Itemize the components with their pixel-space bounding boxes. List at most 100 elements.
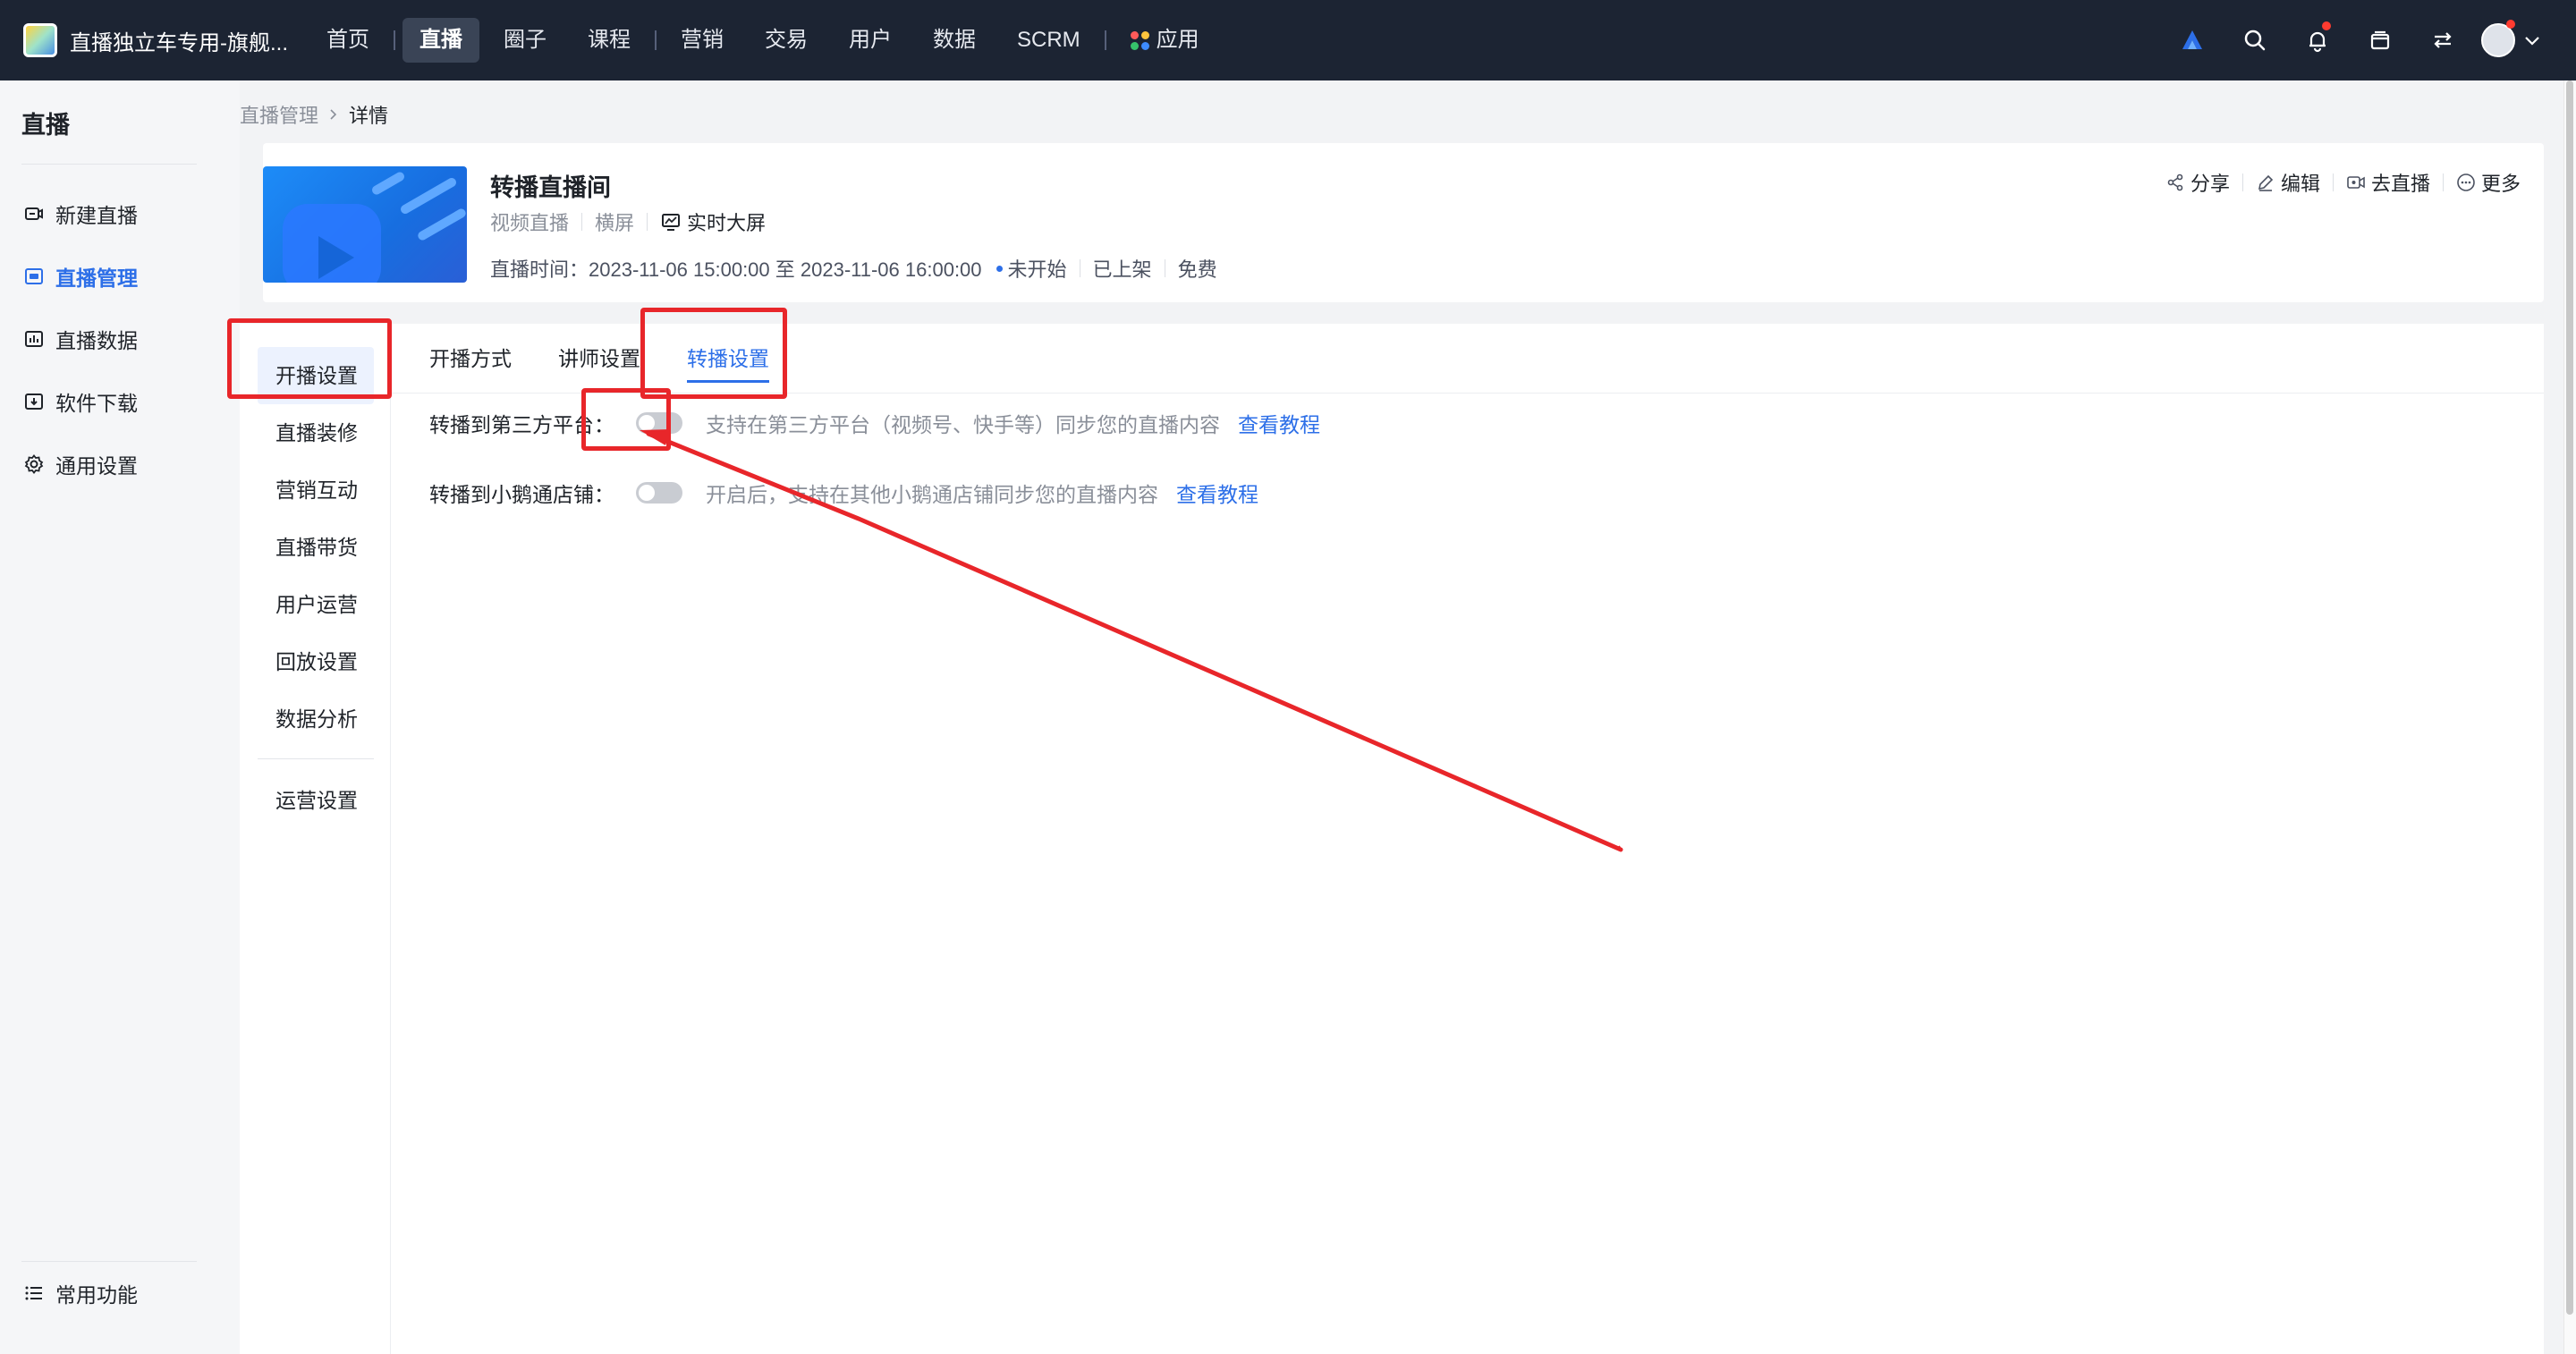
sub-nav-item-decoration[interactable]: 直播装修 bbox=[258, 404, 374, 461]
go-live-button[interactable]: 去直播 bbox=[2346, 168, 2430, 197]
edit-icon bbox=[2258, 174, 2274, 191]
share-icon bbox=[2167, 173, 2183, 191]
ai-assistant-icon[interactable] bbox=[2161, 0, 2224, 80]
sidebar-divider bbox=[21, 164, 197, 165]
live-time-row: 直播时间：2023-11-06 15:00:00 至 2023-11-06 16… bbox=[490, 254, 1217, 283]
download-icon bbox=[25, 394, 43, 410]
switch-icon[interactable] bbox=[2411, 0, 2474, 80]
sidebar: 直播 新建直播 直播管理 直播数据 软件下载 通用设置 常用功能 bbox=[0, 80, 240, 1354]
nav-item-marketing[interactable]: 营销 bbox=[664, 18, 741, 63]
tab-broadcast-method[interactable]: 开播方式 bbox=[429, 324, 512, 394]
breadcrumb-current: 详情 bbox=[349, 105, 389, 127]
settings-sub-nav: 开播设置 直播装修 营销互动 直播带货 用户运营 回放设置 数据分析 运营设置 bbox=[258, 347, 374, 829]
new-live-icon bbox=[25, 207, 43, 220]
brand[interactable]: 直播独立车专用-旗舰... bbox=[23, 23, 292, 57]
sidebar-item-common-functions[interactable]: 常用功能 bbox=[0, 1262, 240, 1324]
annotation-box-subnav bbox=[227, 318, 392, 399]
sidebar-item-label: 软件下载 bbox=[55, 392, 138, 415]
list-icon bbox=[25, 1286, 42, 1300]
more-button[interactable]: 更多 bbox=[2456, 168, 2521, 197]
sub-nav-item-selling[interactable]: 直播带货 bbox=[258, 519, 374, 576]
nav-item-live[interactable]: 直播 bbox=[402, 18, 479, 63]
header-actions: 分享 编辑 去直播 更多 bbox=[2165, 168, 2521, 197]
live-header-card: 转播直播间 视频直播 横屏 实时大屏 直播时间：2023-11-06 15:00… bbox=[263, 143, 2544, 302]
go-live-label: 去直播 bbox=[2370, 173, 2430, 195]
avatar-dot bbox=[2506, 20, 2515, 29]
nav-item-apps-label: 应用 bbox=[1156, 28, 1199, 52]
sidebar-bottom: 常用功能 bbox=[0, 1261, 240, 1324]
camera-icon bbox=[2347, 176, 2365, 189]
main-nav: 首页 直播 圈子 课程 营销 交易 用户 数据 SCRM 应用 bbox=[306, 18, 1220, 63]
sidebar-item-live-data[interactable]: 直播数据 bbox=[0, 308, 240, 370]
content-divider bbox=[390, 324, 391, 1354]
live-orientation: 横屏 bbox=[595, 212, 635, 234]
live-data-icon bbox=[25, 331, 43, 347]
relay-shop-toggle[interactable] bbox=[636, 482, 682, 504]
breadcrumb-parent[interactable]: 直播管理 bbox=[240, 100, 318, 129]
sidebar-title: 直播 bbox=[21, 112, 70, 139]
sub-nav-item-marketing[interactable]: 营销互动 bbox=[258, 461, 374, 519]
sub-nav-item-ops-settings[interactable]: 运营设置 bbox=[258, 772, 374, 829]
annotation-box-tab bbox=[640, 308, 787, 399]
sub-nav-item-replay[interactable]: 回放设置 bbox=[258, 633, 374, 690]
search-icon[interactable] bbox=[2224, 0, 2286, 80]
chevron-down-icon bbox=[2525, 37, 2539, 46]
live-shelf-status: 已上架 bbox=[1092, 258, 1152, 281]
sub-nav-item-user-ops[interactable]: 用户运营 bbox=[258, 576, 374, 633]
live-cover-image bbox=[263, 166, 467, 283]
bell-icon[interactable] bbox=[2286, 0, 2349, 80]
nav-item-course[interactable]: 课程 bbox=[571, 18, 648, 63]
edit-button[interactable]: 编辑 bbox=[2256, 168, 2320, 197]
sidebar-item-label: 直播数据 bbox=[55, 329, 138, 352]
sidebar-item-label: 通用设置 bbox=[55, 454, 138, 478]
nav-separator bbox=[655, 30, 657, 50]
gear-icon bbox=[24, 454, 44, 474]
more-label: 更多 bbox=[2480, 173, 2521, 195]
relay-shop-row: 转播到小鹅通店铺： 开启后，支持在其他小鹅通店铺同步您的直播内容 查看教程 bbox=[429, 478, 1258, 508]
nav-item-trade[interactable]: 交易 bbox=[748, 18, 825, 63]
user-menu[interactable] bbox=[2481, 20, 2542, 57]
more-icon bbox=[2457, 173, 2475, 191]
live-time: 直播时间：2023-11-06 15:00:00 至 2023-11-06 16… bbox=[490, 258, 982, 281]
settings-card: 开播设置 直播装修 营销互动 直播带货 用户运营 回放设置 数据分析 运营设置 … bbox=[240, 324, 2544, 1354]
sidebar-item-download[interactable]: 软件下载 bbox=[0, 370, 240, 433]
top-navigation-bar: 直播独立车专用-旗舰... 首页 直播 圈子 课程 营销 交易 用户 数据 SC… bbox=[0, 0, 2576, 80]
sidebar-item-label: 新建直播 bbox=[55, 204, 138, 227]
nav-item-apps[interactable]: 应用 bbox=[1114, 18, 1216, 63]
relay-third-party-tutorial-link[interactable]: 查看教程 bbox=[1238, 408, 1320, 438]
nav-item-data[interactable]: 数据 bbox=[916, 18, 993, 63]
nav-separator bbox=[394, 30, 395, 50]
nav-item-user[interactable]: 用户 bbox=[832, 18, 909, 63]
annotation-box-toggle bbox=[581, 388, 671, 451]
sub-nav-item-analytics[interactable]: 数据分析 bbox=[258, 690, 374, 748]
nav-item-home[interactable]: 首页 bbox=[309, 18, 386, 63]
store-icon[interactable] bbox=[2349, 0, 2411, 80]
live-manage-icon bbox=[25, 268, 43, 284]
realtime-screen-link[interactable]: 实时大屏 bbox=[660, 207, 766, 236]
live-meta: 视频直播 横屏 实时大屏 bbox=[490, 207, 766, 236]
edit-label: 编辑 bbox=[2280, 173, 2320, 195]
live-title: 转播直播间 bbox=[490, 174, 611, 201]
relay-shop-hint: 开启后，支持在其他小鹅通店铺同步您的直播内容 bbox=[706, 483, 1158, 506]
live-type: 视频直播 bbox=[490, 212, 570, 234]
nav-item-circle[interactable]: 圈子 bbox=[487, 18, 564, 63]
relay-third-party-hint: 支持在第三方平台（视频号、快手等）同步您的直播内容 bbox=[706, 413, 1220, 436]
screen-icon bbox=[662, 214, 681, 231]
notification-dot bbox=[2322, 21, 2331, 30]
nav-item-scrm[interactable]: SCRM bbox=[1000, 18, 1097, 63]
relay-shop-tutorial-link[interactable]: 查看教程 bbox=[1176, 478, 1258, 508]
sidebar-item-general-settings[interactable]: 通用设置 bbox=[0, 433, 240, 495]
sidebar-item-label: 直播管理 bbox=[55, 267, 138, 290]
sidebar-item-live-manage[interactable]: 直播管理 bbox=[0, 245, 240, 308]
sub-nav-divider bbox=[258, 758, 374, 759]
relay-shop-label: 转播到小鹅通店铺： bbox=[429, 483, 614, 506]
sidebar-item-label: 常用功能 bbox=[55, 1283, 138, 1307]
nav-separator bbox=[1104, 30, 1106, 50]
scrollbar-thumb[interactable] bbox=[2566, 80, 2573, 1315]
brand-name: 直播独立车专用-旗舰... bbox=[70, 30, 288, 55]
sidebar-item-new-live[interactable]: 新建直播 bbox=[0, 182, 240, 245]
live-price: 免费 bbox=[1177, 258, 1217, 281]
share-button[interactable]: 分享 bbox=[2165, 168, 2230, 197]
chevron-right-icon bbox=[330, 109, 337, 120]
tab-lecturer-settings[interactable]: 讲师设置 bbox=[558, 324, 640, 394]
